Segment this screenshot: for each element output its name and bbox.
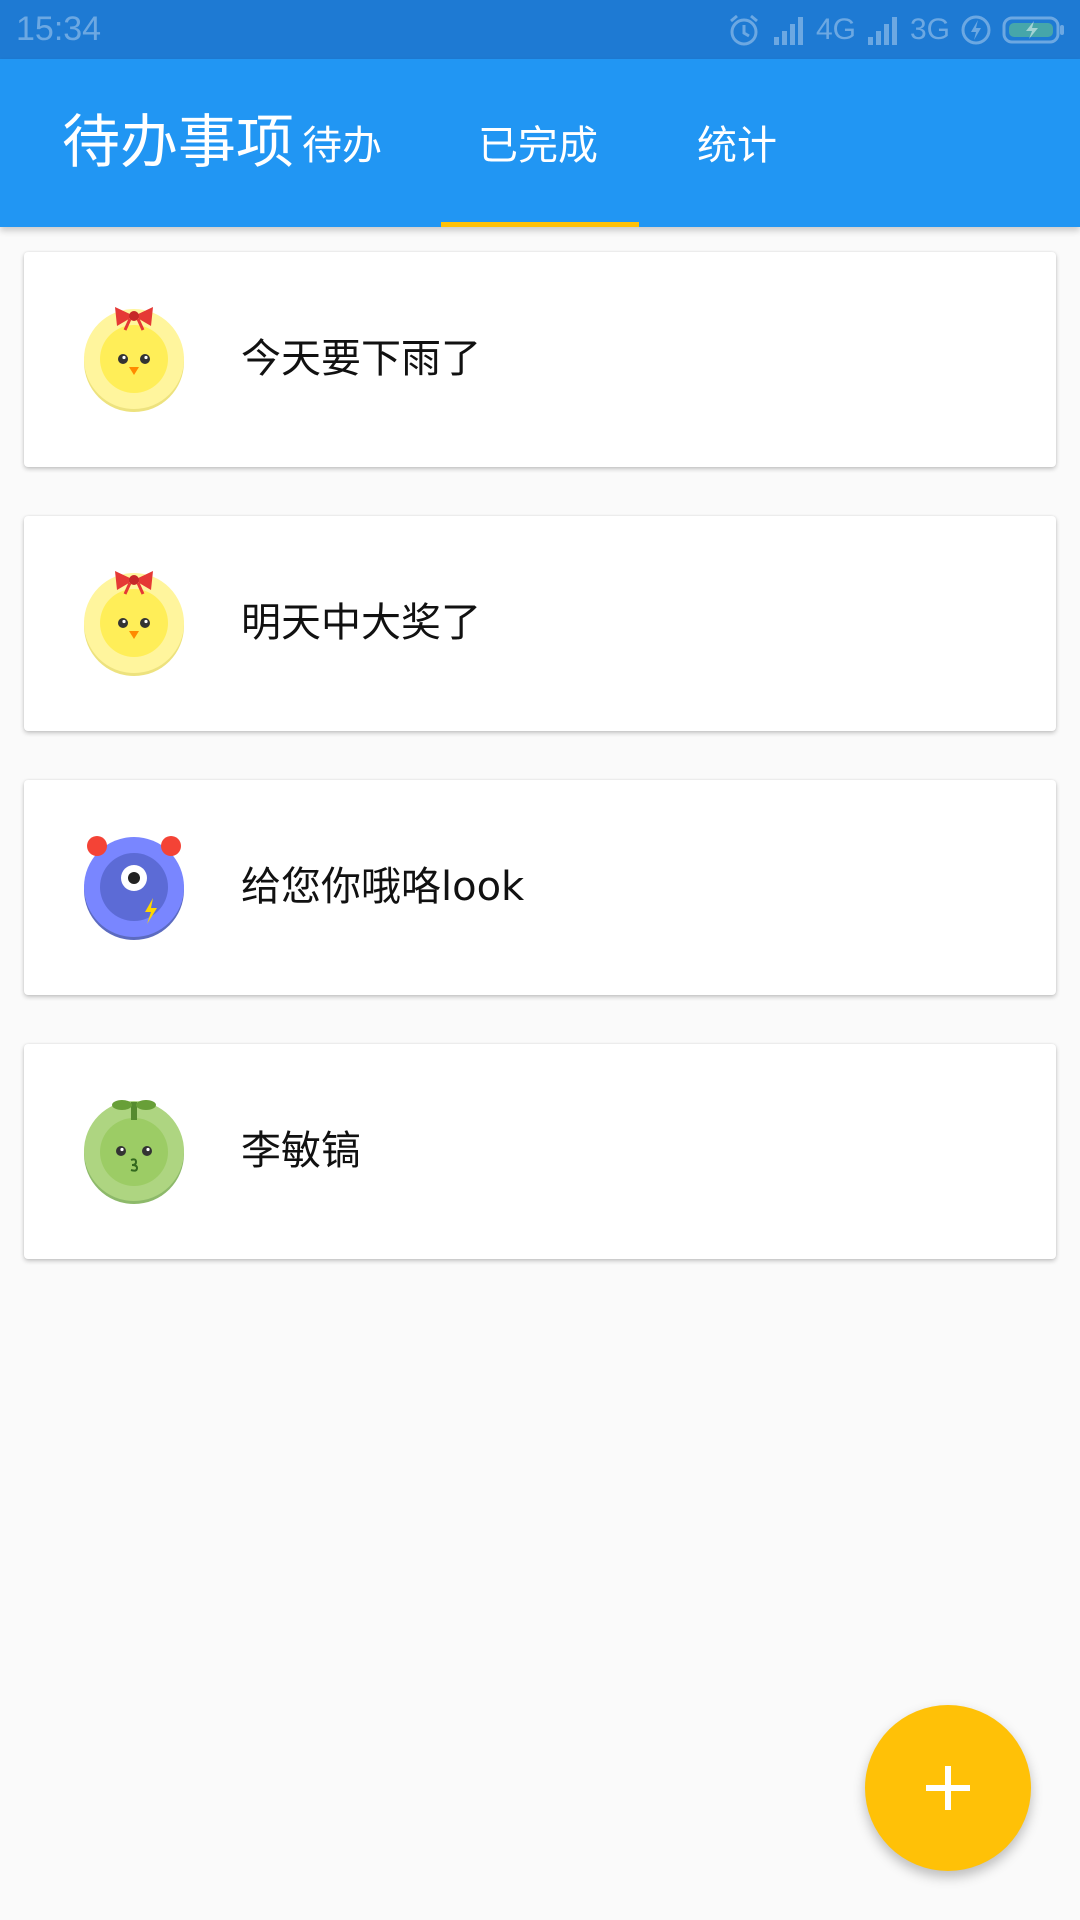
list-item[interactable]: 明天中大奖了 [24,516,1056,731]
status-time: 15:34 [16,10,102,48]
plus-icon [923,1763,973,1813]
list-item[interactable]: 李敏镐 [24,1044,1056,1259]
list-item-title: 明天中大奖了 [241,600,481,646]
alarm-icon [726,12,762,48]
list-item-title: 李敏镐 [241,1128,361,1174]
list-item[interactable]: 给您你哦咯look [24,780,1056,995]
sprout-icon [79,1096,189,1206]
signal-icon [772,15,806,45]
app-bar: 待办事项 待办 已完成 统计 [0,59,1080,227]
alarm-monster-icon [79,832,189,942]
chick-icon [79,304,189,414]
status-icons: 4G 3G [726,8,1066,52]
battery-icon [1002,15,1066,45]
status-bar: 15:34 4G 3G [0,0,1080,59]
tab-completed[interactable]: 已完成 [478,121,598,171]
signal-icon [866,15,900,45]
network-type-label: 4G [815,13,856,46]
tab-statistics[interactable]: 统计 [697,121,777,171]
add-todo-button[interactable] [865,1705,1031,1871]
tab-todo[interactable]: 待办 [302,121,382,171]
list-item-title: 给您你哦咯look [241,864,525,910]
app-title: 待办事项 [62,108,295,176]
tab-indicator [441,222,639,227]
chick-icon [79,568,189,678]
charging-icon [960,14,992,46]
list-item[interactable]: 今天要下雨了 [24,252,1056,467]
network-type-label: 3G [909,13,950,46]
list-item-title: 今天要下雨了 [241,336,481,382]
